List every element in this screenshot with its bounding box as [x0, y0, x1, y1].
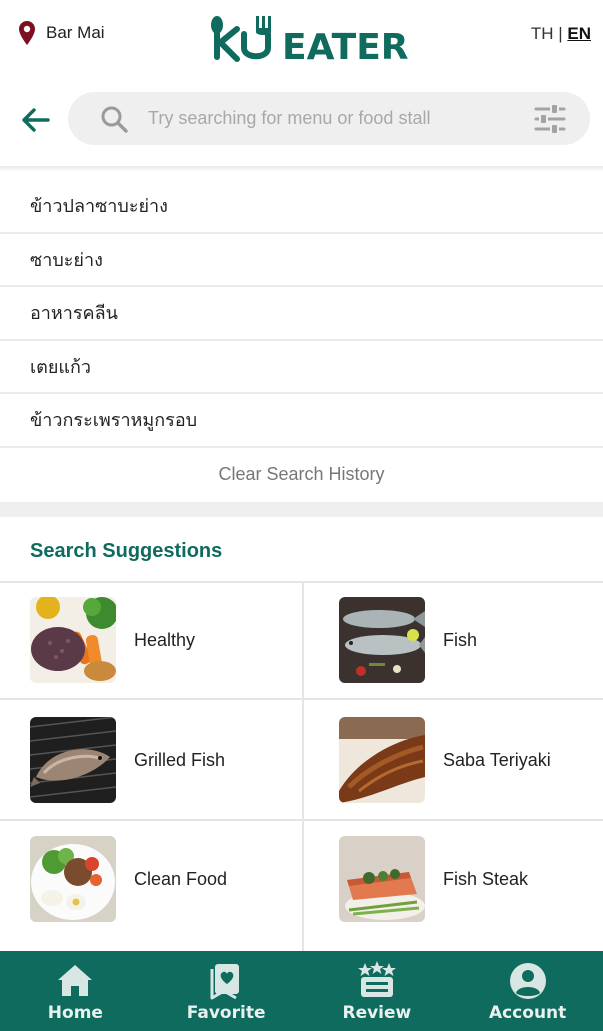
- lang-th-option[interactable]: TH: [531, 24, 554, 43]
- suggestion-grilled-fish[interactable]: Grilled Fish: [30, 717, 331, 803]
- filter-icon[interactable]: [534, 104, 566, 134]
- history-item[interactable]: ข้าวกระเพราหมูกรอบ: [0, 394, 603, 448]
- location-selector[interactable]: Bar Mai: [18, 20, 105, 46]
- clear-history-button[interactable]: Clear Search History: [0, 448, 603, 501]
- location-pin-icon: [19, 21, 35, 45]
- suggestion-label: Fish Steak: [443, 868, 529, 889]
- suggestion-label: Clean Food: [134, 868, 228, 889]
- bottom-navigation: Home Favorite Review Account: [0, 951, 603, 1031]
- favorite-icon: [210, 964, 240, 1000]
- language-switcher: TH | EN: [531, 24, 591, 44]
- suggestion-clean-food[interactable]: Clean Food: [30, 836, 331, 922]
- nav-review[interactable]: Review: [302, 951, 453, 1031]
- lang-separator: |: [558, 24, 563, 43]
- search-bar[interactable]: [68, 92, 590, 145]
- section-divider: [0, 502, 603, 517]
- brand-logo: EATER: [211, 16, 409, 64]
- nav-home[interactable]: Home: [0, 951, 151, 1031]
- grilled-fish-image: [30, 717, 116, 803]
- nav-label: Account: [488, 1003, 567, 1023]
- location-name: Bar Mai: [46, 23, 105, 42]
- search-row: [0, 84, 603, 156]
- history-item[interactable]: อาหารคลีน: [0, 287, 603, 341]
- history-item[interactable]: ซาบะย่าง: [0, 234, 603, 287]
- lang-en-option[interactable]: EN: [567, 24, 591, 43]
- suggestion-label: Grilled Fish: [134, 749, 226, 770]
- suggestion-label: Saba Teriyaki: [443, 749, 551, 770]
- saba-teriyaki-image: [339, 717, 425, 803]
- app-header: Bar Mai EATER TH | EN: [0, 0, 603, 72]
- home-icon: [58, 965, 93, 996]
- fish-steak-image: [339, 836, 425, 922]
- clean-food-image: [30, 836, 116, 922]
- header-divider: [0, 166, 603, 172]
- search-icon: [101, 106, 128, 133]
- review-icon: [357, 961, 396, 997]
- suggestions-grid: Healthy Fish Grilled Fish Saba Teriyaki …: [0, 581, 603, 953]
- search-input[interactable]: [148, 100, 528, 137]
- grid-divider: [0, 819, 603, 821]
- account-icon: [509, 963, 546, 999]
- nav-label: Favorite: [186, 1003, 266, 1023]
- svg-text:EATER: EATER: [282, 27, 409, 64]
- healthy-food-image: [30, 597, 116, 683]
- search-history: ข้าวปลาซาบะย่าง ซาบะย่าง อาหารคลีน เตยแก…: [0, 180, 603, 501]
- back-arrow-icon[interactable]: [20, 104, 52, 136]
- suggestion-label: Fish: [443, 629, 478, 650]
- history-item[interactable]: ข้าวปลาซาบะย่าง: [0, 180, 603, 234]
- suggestion-saba-teriyaki[interactable]: Saba Teriyaki: [339, 717, 603, 803]
- suggestion-fish[interactable]: Fish: [339, 597, 603, 683]
- grid-divider: [0, 698, 603, 700]
- nav-label: Review: [342, 1003, 412, 1023]
- suggestion-fish-steak[interactable]: Fish Steak: [339, 836, 603, 922]
- suggestion-healthy[interactable]: Healthy: [30, 597, 331, 683]
- nav-favorite[interactable]: Favorite: [151, 951, 302, 1031]
- suggestion-label: Healthy: [134, 629, 196, 650]
- nav-account[interactable]: Account: [452, 951, 603, 1031]
- nav-label: Home: [47, 1003, 103, 1023]
- history-item[interactable]: เตยแก้ว: [0, 341, 603, 394]
- suggestions-title: Search Suggestions: [30, 540, 223, 562]
- fish-image: [339, 597, 425, 683]
